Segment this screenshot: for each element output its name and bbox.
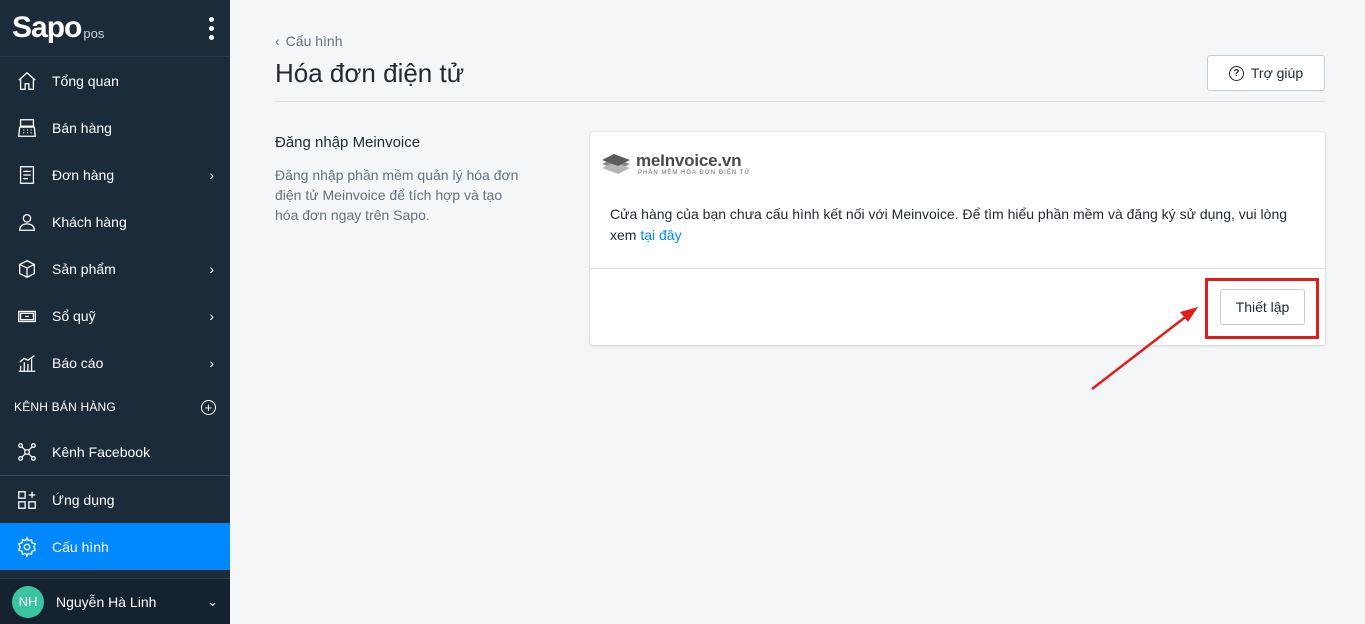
card-divider — [590, 268, 1325, 269]
chevron-right-icon: › — [209, 260, 214, 277]
sidebar: Sapo pos Tổng quan Bán hàng Đơn hàng › K… — [0, 0, 230, 624]
cashbook-icon — [16, 305, 38, 327]
sidebar-item-label: Cấu hình — [52, 538, 109, 555]
brand-name: meInvoice.vn — [636, 151, 742, 170]
box-icon — [16, 258, 38, 280]
sales-channels-label: KÊNH BÁN HÀNG — [14, 400, 116, 414]
brand-tagline: PHẦN MỀM HÓA ĐƠN ĐIỆN TỬ — [638, 170, 751, 176]
user-menu[interactable]: NH Nguyễn Hà Linh ⌄ — [0, 578, 230, 624]
sidebar-item-reports[interactable]: Báo cáo › — [0, 339, 230, 386]
sidebar-item-label: Sản phẩm — [52, 260, 116, 277]
sidebar-item-label: Báo cáo — [52, 354, 104, 371]
main-content: ‹ Cấu hình Hóa đơn điện tử ? Trợ giúp Đă… — [230, 0, 1365, 624]
chevron-right-icon: › — [209, 166, 214, 183]
section-description: Đăng nhập phần mềm quản lý hóa đơn điện … — [275, 167, 519, 223]
chevron-left-icon: ‹ — [275, 33, 280, 49]
sidebar-item-customers[interactable]: Khách hàng — [0, 198, 230, 245]
meinvoice-mark-icon — [602, 154, 630, 174]
sidebar-item-products[interactable]: Sản phẩm › — [0, 245, 230, 292]
question-icon: ? — [1228, 65, 1244, 81]
card-message: Cửa hàng của bạn chưa cấu hình kết nối v… — [610, 204, 1300, 246]
sidebar-item-cashbook[interactable]: Sổ quỹ › — [0, 292, 230, 339]
learn-more-link[interactable]: tại đây — [640, 227, 681, 243]
help-label: Trợ giúp — [1250, 65, 1304, 81]
breadcrumb-label: Cấu hình — [285, 33, 343, 49]
logo-bar: Sapo pos — [0, 0, 230, 57]
user-name: Nguyễn Hà Linh — [56, 593, 157, 610]
breadcrumb[interactable]: ‹ Cấu hình — [275, 33, 343, 49]
logo-main: Sapo — [12, 11, 82, 44]
chevron-right-icon: › — [209, 307, 214, 324]
sidebar-item-label: Ứng dụng — [52, 491, 115, 508]
page-title: Hóa đơn điện tử — [275, 58, 465, 88]
sidebar-item-facebook[interactable]: Kênh Facebook — [0, 428, 230, 475]
section-title: Đăng nhập Meinvoice — [275, 134, 421, 151]
home-icon — [16, 70, 38, 92]
sidebar-item-label: Đơn hàng — [52, 166, 115, 183]
sidebar-item-label: Sổ quỹ — [52, 307, 96, 324]
help-button[interactable]: ? Trợ giúp — [1207, 55, 1325, 91]
add-channel-icon[interactable]: + — [201, 399, 216, 415]
sales-channels-heading: KÊNH BÁN HÀNG + — [0, 386, 230, 428]
card-message-text: Cửa hàng của bạn chưa cấu hình kết nối v… — [610, 206, 1288, 243]
sidebar-item-sales[interactable]: Bán hàng — [0, 104, 230, 151]
chevron-right-icon: › — [209, 354, 214, 371]
avatar: NH — [12, 585, 44, 618]
sidebar-item-label: Khách hàng — [52, 213, 127, 230]
sidebar-item-apps[interactable]: Ứng dụng — [0, 476, 230, 523]
meinvoice-logo: meInvoice.vn PHẦN MỀM HÓA ĐƠN ĐIỆN TỬ — [600, 150, 751, 178]
sidebar-item-label: Bán hàng — [52, 119, 112, 136]
bar-chart-icon — [16, 352, 38, 374]
cash-register-icon — [16, 117, 38, 139]
sidebar-item-label: Kênh Facebook — [52, 443, 151, 460]
sidebar-item-label: Tổng quan — [52, 72, 119, 89]
sidebar-item-settings[interactable]: Cấu hình — [0, 523, 230, 570]
meinvoice-card: meInvoice.vn PHẦN MỀM HÓA ĐƠN ĐIỆN TỬ Cử… — [590, 132, 1325, 345]
chevron-down-icon: ⌄ — [207, 593, 218, 609]
network-icon — [16, 441, 38, 463]
gear-icon — [16, 535, 38, 558]
user-icon — [16, 211, 38, 233]
logo-sub: pos — [83, 26, 105, 41]
sapo-logo[interactable]: Sapo pos — [12, 11, 104, 45]
order-document-icon — [16, 164, 38, 186]
apps-grid-icon — [16, 489, 38, 511]
title-divider — [275, 101, 1325, 102]
kebab-menu-icon[interactable] — [205, 13, 218, 44]
sidebar-item-orders[interactable]: Đơn hàng › — [0, 151, 230, 198]
setup-button[interactable]: Thiết lập — [1220, 289, 1305, 325]
sidebar-item-overview[interactable]: Tổng quan — [0, 57, 230, 104]
